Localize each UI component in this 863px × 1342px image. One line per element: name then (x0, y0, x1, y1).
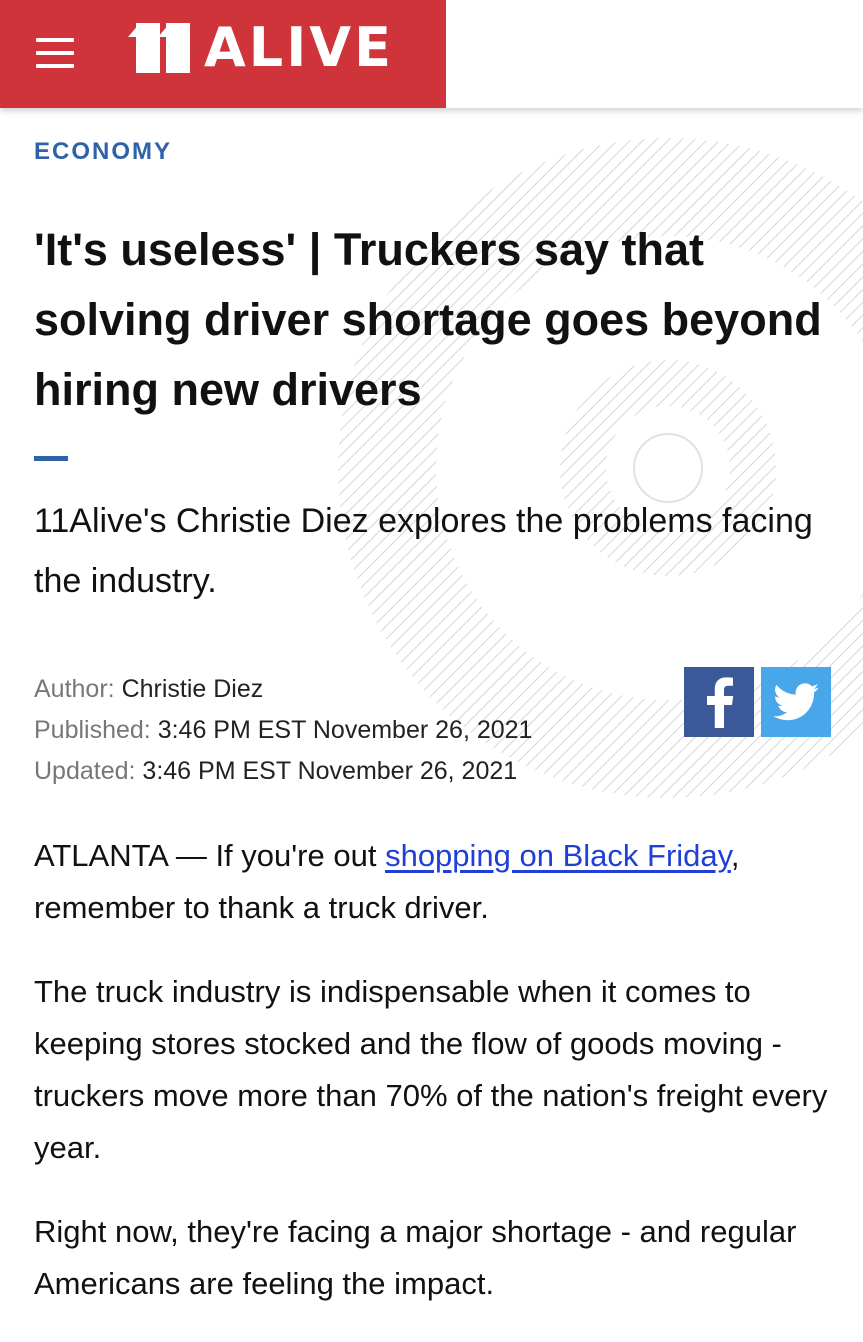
hamburger-icon (36, 38, 74, 42)
article-meta: Author: Christie Diez Published: 3:46 PM… (34, 669, 532, 792)
updated-date: 3:46 PM EST November 26, 2021 (142, 757, 518, 785)
menu-button[interactable] (30, 30, 80, 76)
paragraph-text: ATLANTA — If you're out (34, 838, 386, 873)
accent-divider (34, 456, 68, 461)
published-date: 3:46 PM EST November 26, 2021 (157, 716, 533, 744)
article-paragraph: Right now, they're facing a major shorta… (34, 1214, 797, 1301)
article-paragraph: The truck industry is indispensable when… (34, 974, 828, 1165)
hamburger-icon-bar (36, 51, 74, 55)
brand-bar: ALIVE (0, 0, 446, 108)
site-header: ALIVE (0, 0, 863, 108)
article-headline: 'It's useless' | Truckers say that solvi… (34, 224, 822, 415)
article-subhead: 11Alive's Christie Diez explores the pro… (34, 502, 813, 600)
facebook-icon (707, 677, 734, 728)
updated-line: Updated: 3:46 PM EST November 26, 2021 (34, 751, 532, 792)
site-logo[interactable]: ALIVE (136, 20, 394, 76)
logo-number-mark (136, 23, 190, 73)
category-label[interactable]: ECONOMY (34, 138, 172, 166)
hamburger-icon-bar (36, 64, 74, 68)
black-friday-link[interactable]: shopping on Black Friday (385, 838, 731, 873)
logo-digit (166, 23, 190, 73)
author-line: Author: Christie Diez (34, 669, 532, 710)
facebook-share-button[interactable] (684, 667, 754, 737)
updated-label: Updated: (34, 757, 136, 785)
article-paragraph: ATLANTA — If you're out shopping on Blac… (34, 830, 834, 934)
author-name: Christie Diez (121, 675, 264, 703)
author-label: Author: (34, 675, 115, 703)
logo-digit (136, 23, 160, 73)
share-buttons (684, 667, 831, 737)
twitter-icon (773, 683, 819, 721)
published-line: Published: 3:46 PM EST November 26, 2021 (34, 710, 532, 751)
logo-text: ALIVE (204, 16, 394, 79)
article-body: ATLANTA — If you're out shopping on Blac… (34, 830, 834, 1342)
twitter-share-button[interactable] (761, 667, 831, 737)
published-label: Published: (34, 716, 151, 744)
